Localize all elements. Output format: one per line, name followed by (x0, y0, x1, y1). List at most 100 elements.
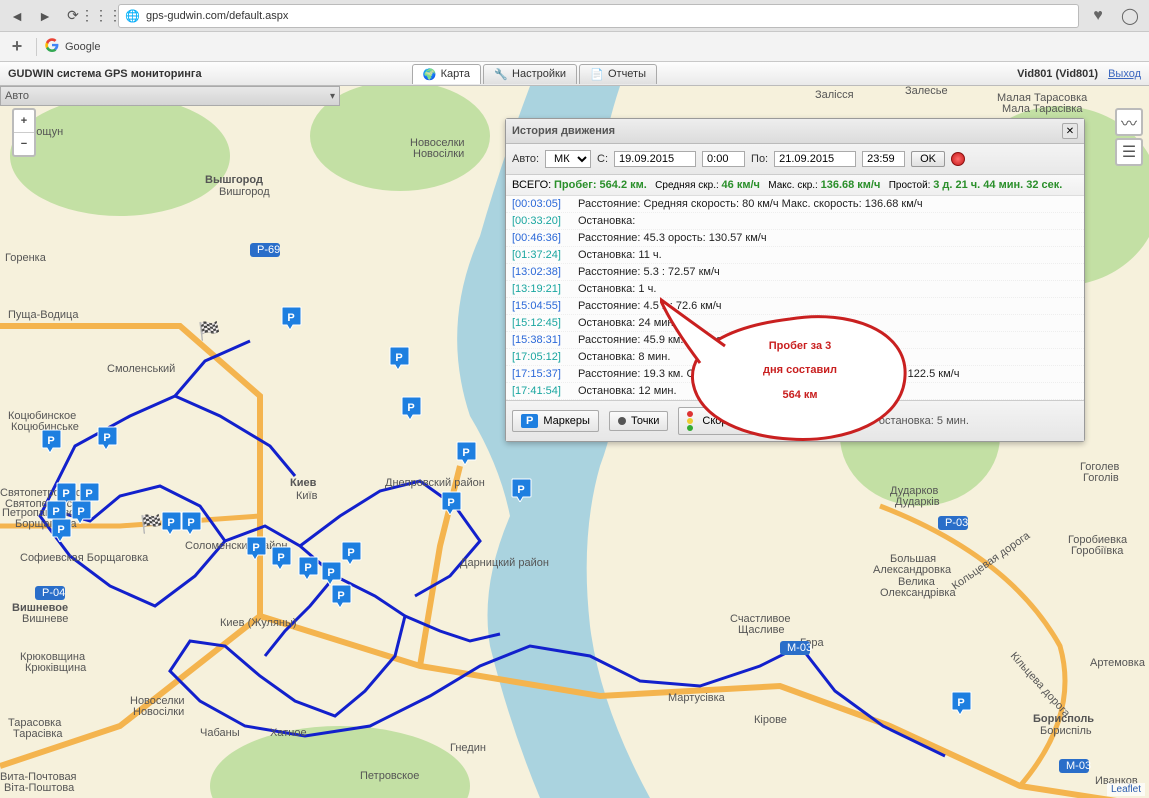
parking-marker[interactable] (440, 491, 462, 515)
forward-icon[interactable]: ► (34, 5, 56, 27)
parking-marker[interactable] (340, 541, 362, 565)
history-row[interactable]: [00:46:36]Расстояние: 45.3 орость: 130.5… (506, 230, 1084, 247)
parking-marker[interactable] (510, 478, 532, 502)
parking-marker[interactable] (180, 511, 202, 535)
parking-marker[interactable] (320, 561, 342, 585)
svg-text:Гнедин: Гнедин (450, 742, 486, 754)
svg-text:P-03: P-03 (945, 517, 968, 529)
bookmarks-bar: + Google (0, 32, 1149, 62)
svg-text:Александровка: Александровка (873, 564, 952, 576)
parking-marker[interactable] (96, 426, 118, 450)
new-tab-button[interactable]: + (6, 36, 28, 57)
svg-text:Киев: Киев (290, 477, 317, 489)
chevron-down-icon: ▾ (330, 91, 335, 102)
p-badge-icon: P (521, 414, 538, 428)
to-time-input[interactable] (862, 151, 905, 167)
parking-marker[interactable] (40, 429, 62, 453)
svg-text:Горобіївка: Горобіївка (1071, 545, 1124, 557)
vehicle-select[interactable]: МК (545, 150, 591, 168)
history-row[interactable]: [00:03:05]Расстояние: Средняя скорость: … (506, 196, 1084, 213)
svg-text:Мартусівка: Мартусівка (668, 692, 726, 704)
parking-marker[interactable] (400, 396, 422, 420)
from-time-input[interactable] (702, 151, 745, 167)
svg-text:Вишгород: Вишгород (219, 186, 270, 198)
parking-marker[interactable] (245, 536, 267, 560)
svg-text:M-03: M-03 (787, 642, 812, 654)
back-icon[interactable]: ◄ (6, 5, 28, 27)
globe-icon: 🌐 (125, 9, 140, 23)
sidebar-vehicle-header[interactable]: Авто ▾ (0, 86, 340, 106)
panel-title: История движения (512, 125, 615, 137)
markers-button[interactable]: P Маркеры (512, 410, 599, 432)
svg-text:Щасливе: Щасливе (738, 624, 784, 636)
svg-text:Залісся: Залісся (815, 89, 854, 101)
heart-icon[interactable]: ♥ (1085, 5, 1111, 27)
parking-marker[interactable] (50, 518, 72, 542)
svg-text:Дарницкий район: Дарницкий район (460, 557, 549, 569)
summary-row: ВСЕГО: Пробег: 564.2 км. Средняя скр.: 4… (506, 175, 1084, 196)
zoom-in-button[interactable]: + (14, 110, 34, 133)
user-label: Vid801 (Vid801) (1017, 68, 1098, 80)
to-date-input[interactable] (774, 151, 856, 167)
history-row[interactable]: [13:02:38]Расстояние: 5.3 : 72.57 км/ч (506, 264, 1084, 281)
svg-text:P-04: P-04 (42, 587, 65, 599)
url-text: gps-gudwin.com/default.aspx (146, 10, 288, 22)
finish-flag-icon[interactable]: 🏁 (140, 514, 162, 535)
svg-text:Залесье: Залесье (905, 86, 948, 97)
apps-icon[interactable]: ⋮⋮⋮ (90, 5, 112, 27)
svg-text:Кольцевая дорога: Кольцевая дорога (950, 529, 1033, 592)
google-icon (45, 38, 59, 55)
svg-text:Софиевская Борщаговка: Софиевская Борщаговка (20, 552, 149, 564)
svg-text:Чабаны: Чабаны (200, 727, 240, 739)
svg-text:Віта-Поштова: Віта-Поштова (4, 782, 75, 794)
svg-text:Киев (Жуляны): Киев (Жуляны) (220, 617, 297, 629)
svg-text:Смоленський: Смоленський (107, 363, 175, 375)
svg-text:Дударків: Дударків (895, 496, 940, 508)
close-icon[interactable]: ✕ (1062, 123, 1078, 139)
parking-marker[interactable] (70, 500, 92, 524)
history-row[interactable]: [00:33:20]Остановка: (506, 213, 1084, 230)
svg-text:Хатное: Хатное (270, 727, 307, 739)
svg-text:Мала Тарасівка: Мала Тарасівка (1002, 103, 1083, 115)
svg-text:Днепровский район: Днепровский район (385, 477, 485, 489)
leaflet-attribution: Leaflet (1107, 783, 1145, 796)
from-date-input[interactable] (614, 151, 696, 167)
tab-map[interactable]: 🌍 Карта (412, 64, 481, 84)
dot-icon (618, 417, 626, 425)
parking-marker[interactable] (297, 556, 319, 580)
svg-text:Бориспіль: Бориспіль (1040, 725, 1092, 737)
app-header: GUDWIN система GPS мониторинга 🌍 Карта 🔧… (0, 62, 1149, 86)
zoom-out-button[interactable]: − (14, 133, 34, 155)
parking-marker[interactable] (388, 346, 410, 370)
url-input[interactable]: 🌐 gps-gudwin.com/default.aspx (118, 4, 1079, 28)
svg-text:Новосілки: Новосілки (413, 148, 464, 160)
svg-text:Кірове: Кірове (754, 714, 787, 726)
parking-marker[interactable] (950, 691, 972, 715)
svg-text:Гоголів: Гоголів (1083, 472, 1119, 484)
zoom-control: + − (12, 108, 36, 157)
parking-marker[interactable] (330, 584, 352, 608)
logout-link[interactable]: Выход (1108, 68, 1141, 80)
tab-reports[interactable]: 📄 Отчеты (579, 64, 657, 84)
parking-marker[interactable] (160, 511, 182, 535)
google-label: Google (65, 41, 100, 53)
finish-flag-icon[interactable]: 🏁 (198, 321, 220, 342)
layers-button[interactable]: ☰ (1115, 138, 1143, 166)
ok-button[interactable]: OK (911, 151, 945, 167)
google-bookmark[interactable]: Google (45, 38, 100, 55)
svg-text:Горенка: Горенка (5, 252, 47, 264)
svg-text:Петровское: Петровское (360, 770, 419, 782)
svg-text:P-69: P-69 (257, 244, 280, 256)
parking-marker[interactable] (455, 441, 477, 465)
tab-settings[interactable]: 🔧 Настройки (483, 64, 577, 84)
road-layer-button[interactable]: 〰 (1115, 108, 1143, 136)
parking-marker[interactable] (280, 306, 302, 330)
account-icon[interactable]: ◯ (1117, 5, 1143, 27)
svg-text:Крюківщина: Крюківщина (25, 662, 87, 674)
stop-record-icon[interactable] (951, 152, 965, 166)
svg-text:Пуща-Водица: Пуща-Водица (8, 309, 79, 321)
callout-bubble: Пробег за 3 дня составил 564 км (660, 291, 915, 466)
history-row[interactable]: [01:37:24]Остановка: 11 ч. (506, 247, 1084, 264)
parking-marker[interactable] (270, 546, 292, 570)
app-title: GUDWIN система GPS мониторинга (8, 68, 202, 80)
